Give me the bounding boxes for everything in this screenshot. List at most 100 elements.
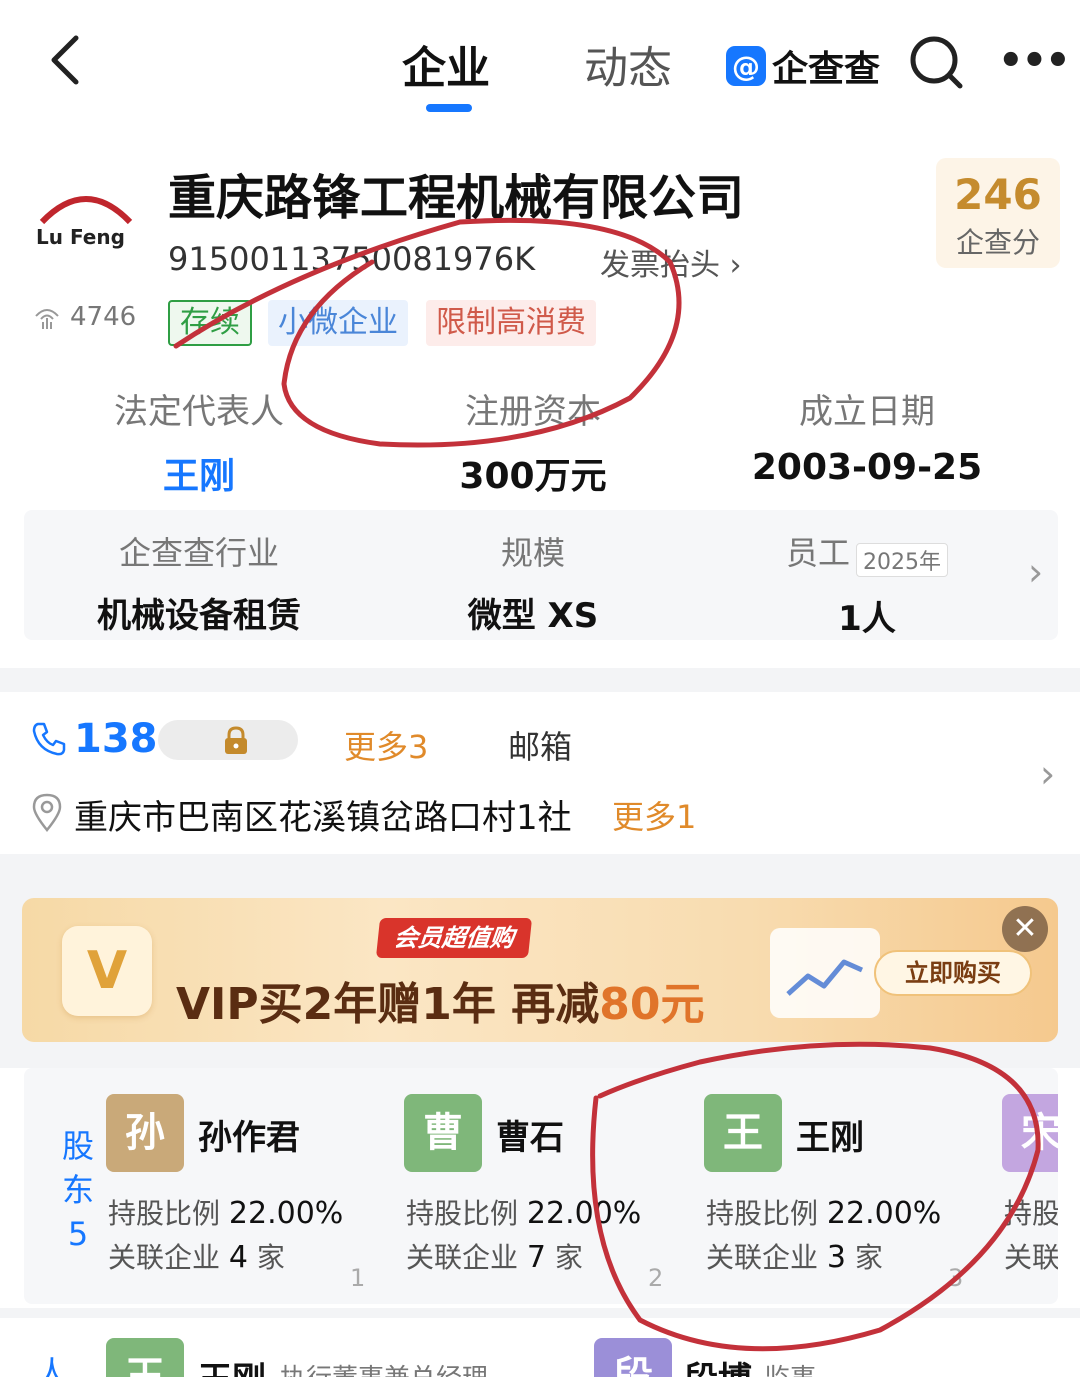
scale-value: 微型 XS: [467, 596, 599, 636]
vip-promo-banner[interactable]: V 会员超值购 VIP买2年赠1年 再减80元 立即购买 ✕: [22, 898, 1058, 1042]
related-count: 3: [826, 1240, 847, 1275]
buy-now-button[interactable]: 立即购买: [874, 950, 1032, 996]
shareholder-card[interactable]: 孙 孙作君 持股比例 22.00% 关联企业 4 家 1: [106, 1094, 396, 1294]
related-companies: 关联企业 3 家: [706, 1236, 883, 1276]
ratio-label: 持股比例: [1004, 1197, 1058, 1230]
personnel-name[interactable]: 王刚: [198, 1352, 266, 1377]
avatar: 宋: [1002, 1094, 1058, 1172]
restriction-tag[interactable]: 限制高消费: [426, 300, 596, 346]
legal-representative[interactable]: 法定代表人 王刚: [34, 384, 364, 499]
back-arrow-icon[interactable]: [40, 30, 100, 90]
logo-text: Lu Feng: [36, 225, 125, 249]
brand-mark-icon: @: [726, 46, 766, 86]
chart-illustration-icon: [770, 928, 880, 1018]
ratio-value: 22.00%: [526, 1196, 642, 1231]
promo-badge: 会员超值购: [375, 918, 533, 958]
invoice-title-link[interactable]: 发票抬头 ›: [600, 240, 742, 284]
shareholders-card: 股东 5 孙 孙作君 持股比例 22.00% 关联企业 4 家 1 曹 曹石 持…: [24, 1068, 1058, 1304]
industry: 企查查行业 机械设备租赁: [34, 528, 364, 637]
shareholder-card[interactable]: 曹 曹石 持股比例 22.00% 关联企业 7 家 2: [404, 1094, 694, 1294]
view-count: 4746: [32, 302, 136, 332]
founded-value: 2003-09-25: [751, 447, 983, 488]
chevron-right-icon: ›: [1028, 550, 1044, 594]
capital-label: 注册资本: [465, 392, 601, 432]
shareholder-name: 曹石: [496, 1118, 564, 1158]
contact-section[interactable]: 138 更多3 邮箱 重庆市巴南区花溪镇岔路口村1社 更多1 ›: [0, 692, 1080, 854]
more-address-link[interactable]: 更多1: [612, 792, 696, 838]
avatar: 孙: [106, 1094, 184, 1172]
personnel-label[interactable]: 人: [36, 1348, 68, 1377]
promo-headline: VIP买2年赠1年 再减80元: [176, 968, 704, 1032]
founded-date: 成立日期 2003-09-25: [702, 384, 1032, 488]
related-companies: 关联企业 4 家: [108, 1236, 285, 1276]
more-menu-icon[interactable]: •••: [998, 38, 1071, 84]
share-ratio: 持股比例: [1004, 1192, 1058, 1232]
related-label: 关联企业: [1004, 1241, 1058, 1274]
registered-capital: 注册资本 300万元: [368, 384, 698, 499]
shareholders-count: 5: [67, 1215, 89, 1253]
tab-dynamics[interactable]: 动态: [584, 32, 672, 96]
related-companies: 关联企业: [1004, 1236, 1058, 1276]
related-companies: 关联企业 7 家: [406, 1236, 583, 1276]
personnel-role: 监事: [764, 1358, 816, 1377]
ratio-label: 持股比例: [406, 1197, 519, 1230]
navbar: 企业 动态 @ 企查查 •••: [0, 0, 1080, 125]
company-header-section: 企业 动态 @ 企查查 ••• Lu Feng 重庆路锋工程机械有限公司 915…: [0, 0, 1080, 668]
chevron-right-icon: ›: [1040, 752, 1056, 796]
size-tag[interactable]: 小微企业: [268, 300, 408, 346]
staff: 员工 2025年 1人: [702, 528, 1032, 640]
company-logo: Lu Feng: [36, 196, 133, 249]
share-ratio: 持股比例 22.00%: [406, 1192, 641, 1232]
related-label: 关联企业: [406, 1241, 519, 1274]
active-tab-indicator: [426, 104, 472, 112]
avatar: 王: [106, 1338, 184, 1377]
status-badge: 存续: [168, 300, 252, 346]
score-label: 企查分: [955, 226, 1040, 259]
brand-logo: @ 企查查: [726, 40, 880, 92]
card-index: 1: [350, 1264, 366, 1292]
invoice-title-label: 发票抬头: [600, 248, 720, 283]
shareholders-label[interactable]: 股东 5: [60, 1124, 96, 1256]
personnel-name[interactable]: 段博: [684, 1352, 752, 1377]
company-address[interactable]: 重庆市巴南区花溪镇岔路口村1社: [74, 790, 572, 839]
tab-company[interactable]: 企业: [402, 32, 490, 96]
shareholders-title: 股东: [61, 1127, 94, 1209]
search-icon[interactable]: [908, 34, 964, 90]
qcc-score[interactable]: 246 企查分: [936, 158, 1060, 268]
shareholder-card[interactable]: 宋 持股比例 关联企业: [1002, 1094, 1058, 1294]
close-icon[interactable]: ✕: [1002, 906, 1048, 952]
personnel-role: 执行董事兼总经理: [280, 1358, 488, 1377]
legal-rep-value[interactable]: 王刚: [34, 447, 364, 499]
vip-icon: V: [62, 926, 152, 1016]
shareholder-name: 孙作君: [198, 1118, 300, 1158]
credit-code[interactable]: 91500113750081976K: [168, 240, 535, 278]
founded-label: 成立日期: [799, 392, 935, 432]
promo-price: 80元: [599, 979, 705, 1030]
industry-value: 机械设备租赁: [97, 596, 301, 636]
staff-year-badge: 2025年: [856, 542, 948, 577]
avatar: 段: [594, 1338, 672, 1377]
related-label: 关联企业: [108, 1241, 221, 1274]
card-index: 3: [948, 1264, 964, 1292]
company-name: 重庆路锋工程机械有限公司: [168, 170, 745, 226]
card-index: 2: [648, 1264, 664, 1292]
industry-summary[interactable]: 企查查行业 机械设备租赁 规模 微型 XS 员工 2025年 1人 ›: [24, 510, 1058, 640]
share-ratio: 持股比例 22.00%: [108, 1192, 343, 1232]
shareholder-card[interactable]: 王 王刚 持股比例 22.00% 关联企业 3 家 3: [704, 1094, 994, 1294]
shareholders-section: 股东 5 孙 孙作君 持股比例 22.00% 关联企业 4 家 1 曹 曹石 持…: [0, 1068, 1080, 1308]
score-value: 246: [954, 170, 1042, 219]
signal-icon: [35, 309, 59, 329]
lock-icon[interactable]: [222, 726, 250, 756]
phone-icon: [32, 722, 66, 756]
capital-value: 300万元: [459, 456, 607, 497]
phone-number[interactable]: 138: [74, 716, 158, 762]
view-count-value: 4746: [70, 302, 137, 332]
related-label: 关联企业: [706, 1241, 819, 1274]
more-phones-link[interactable]: 更多3: [344, 722, 428, 768]
avatar: 王: [704, 1094, 782, 1172]
related-unit: 家: [554, 1241, 583, 1274]
shareholder-name: 王刚: [796, 1118, 864, 1158]
avatar: 曹: [404, 1094, 482, 1172]
brand-name: 企查查: [772, 49, 881, 90]
email-link[interactable]: 邮箱: [508, 722, 572, 768]
